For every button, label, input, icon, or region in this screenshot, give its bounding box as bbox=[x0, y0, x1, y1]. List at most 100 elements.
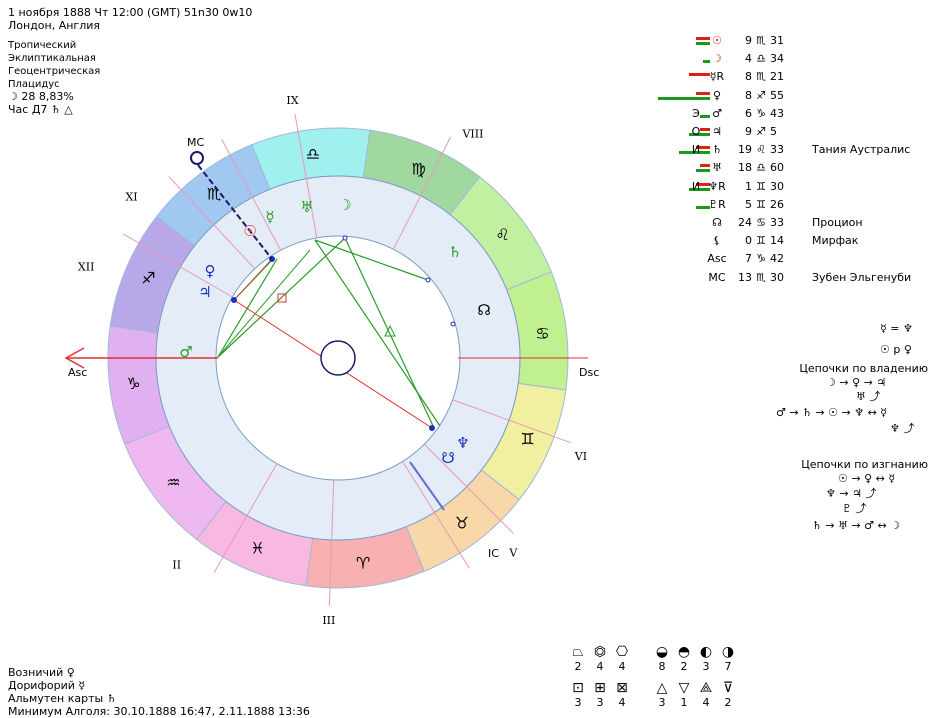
planet-position-row[interactable]: И ♄ 19 ♌ 33 Тания Аустралис bbox=[640, 141, 940, 159]
stat-cell: ⏣ 4 bbox=[589, 644, 611, 673]
dsc-label: Dsc bbox=[579, 366, 599, 379]
position-deg: 5 bbox=[745, 197, 752, 211]
stat-cell: ⎔ 4 bbox=[611, 644, 633, 673]
position-aux: О bbox=[691, 125, 701, 138]
stat-value: 3 bbox=[596, 696, 604, 709]
zodiac-sign-glyph: ♒ bbox=[166, 473, 180, 492]
position-sign: ♌ bbox=[756, 143, 766, 157]
planet-position-row[interactable]: ♀ 8 ♐ 55 bbox=[640, 87, 940, 105]
chart-planet-glyph[interactable]: ♆ bbox=[456, 434, 469, 452]
planet-position-row[interactable]: ♇R 5 ♊ 26 bbox=[640, 196, 940, 214]
house-number: XI bbox=[125, 191, 137, 204]
planet-point bbox=[425, 277, 431, 283]
position-glyph: ♆R bbox=[708, 179, 726, 193]
planet-position-row[interactable]: ☉ 9 ♏ 31 bbox=[640, 32, 940, 50]
house-number: III bbox=[322, 614, 335, 627]
chart-planet-glyph[interactable]: ☊ bbox=[477, 301, 490, 319]
position-mins: 5 bbox=[770, 125, 777, 138]
position-deg: 6 bbox=[745, 106, 752, 120]
planet-position-row[interactable]: MC 13 ♏ 30 Зубен Эльгенуби bbox=[640, 269, 940, 287]
position-mins: 60 bbox=[770, 161, 784, 175]
position-sign: ♑ bbox=[756, 252, 766, 266]
house-number: II bbox=[172, 558, 181, 571]
chart-planet-glyph[interactable]: ♃ bbox=[198, 283, 211, 301]
position-mins: 55 bbox=[770, 88, 784, 102]
position-glyph: ☉ bbox=[712, 34, 722, 47]
stat-icon: ◑ bbox=[721, 644, 735, 660]
chart-planet-glyph[interactable]: ☉ bbox=[243, 222, 256, 240]
chart-planet-glyph[interactable]: ☿ bbox=[265, 208, 274, 226]
natal-chart-wheel[interactable]: ♎♍♌♋♊♉♈♓♒♑♐♏ Asc Dsc MC IC IXVIIIVIVIIII… bbox=[0, 0, 600, 640]
dignity-bars bbox=[640, 162, 710, 174]
position-mins: 33 bbox=[770, 216, 784, 229]
stat-cell: ◒ 8 bbox=[651, 644, 673, 673]
stat-cell: △ 3 bbox=[651, 680, 673, 709]
detriment-chains-title: Цепочки по изгнанию bbox=[801, 458, 928, 471]
position-sign: ♊ bbox=[756, 197, 766, 211]
position-glyph: ♅ bbox=[712, 161, 722, 175]
dignity-bars bbox=[640, 272, 710, 284]
stat-icon: ▽ bbox=[678, 680, 690, 696]
planet-position-row[interactable]: ☿R 8 ♏ 21 bbox=[640, 68, 940, 86]
stat-icon: ⊡ bbox=[572, 680, 584, 696]
position-deg: 8 bbox=[745, 70, 752, 84]
position-mins: 30 bbox=[770, 179, 784, 193]
earth-center bbox=[320, 340, 356, 376]
algol-minimum: Минимум Алголя: 30.10.1888 16:47, 2.11.1… bbox=[8, 705, 310, 718]
position-sign: ♊ bbox=[756, 179, 766, 193]
planet-position-row[interactable]: Э ♂ 6 ♑ 43 bbox=[640, 105, 940, 123]
stat-cell: ⊞ 3 bbox=[589, 680, 611, 709]
position-glyph: ♀ bbox=[712, 88, 722, 102]
house-number: IX bbox=[286, 94, 298, 107]
dignity-bars bbox=[640, 217, 710, 229]
zodiac-sign-glyph: ♉ bbox=[455, 514, 469, 533]
position-sign: ♎ bbox=[756, 52, 766, 66]
position-aux: Э bbox=[692, 106, 700, 120]
position-mins: 42 bbox=[770, 252, 784, 266]
position-deg: 13 bbox=[738, 270, 752, 284]
position-deg: 9 bbox=[745, 125, 752, 138]
position-star: Процион bbox=[812, 216, 863, 229]
zodiac-sign-glyph: ♏ bbox=[207, 184, 221, 203]
stat-cell: ⊡ 3 bbox=[567, 680, 589, 709]
stat-icon: ⏢ bbox=[572, 644, 584, 660]
stat-cell: ⊽ 2 bbox=[717, 680, 739, 709]
stat-value: 8 bbox=[658, 660, 666, 673]
position-mins: 31 bbox=[770, 34, 784, 47]
position-sign: ♑ bbox=[756, 106, 766, 120]
stat-value: 1 bbox=[680, 696, 688, 709]
chart-planet-glyph[interactable]: ♅ bbox=[300, 198, 313, 216]
stat-value: 4 bbox=[618, 660, 626, 673]
planet-position-row[interactable]: ⚸ 0 ♊ 14 Мирфак bbox=[640, 232, 940, 250]
charioteer: Возничий ♀ bbox=[8, 666, 75, 679]
planet-position-row[interactable]: И ♆R 1 ♊ 30 bbox=[640, 178, 940, 196]
stat-icon: ⊞ bbox=[594, 680, 606, 696]
planet-position-row[interactable]: О ♃ 9 ♐ 5 bbox=[640, 123, 940, 141]
detriment-chain-1c: ♇ ⤴ bbox=[842, 502, 867, 515]
mercury-equals-neptune: ☿ = ♆ bbox=[880, 322, 913, 335]
planet-position-row[interactable]: ♅ 18 ♎ 60 bbox=[640, 159, 940, 177]
mc-marker bbox=[190, 151, 204, 165]
position-sign: ♏ bbox=[756, 70, 766, 84]
chart-planet-glyph[interactable]: ♂ bbox=[179, 343, 192, 361]
dignity-bars bbox=[640, 235, 710, 247]
position-sign: ♐ bbox=[756, 88, 766, 102]
planet-position-row[interactable]: Asc 7 ♑ 42 bbox=[640, 250, 940, 268]
ic-label: IC bbox=[488, 547, 499, 560]
chart-planet-glyph[interactable]: ♄ bbox=[448, 243, 461, 261]
chart-planet-glyph[interactable]: ☽ bbox=[338, 196, 351, 214]
position-deg: 9 bbox=[745, 34, 752, 47]
chart-planet-glyph[interactable]: ♀ bbox=[205, 262, 216, 280]
chart-planet-glyph[interactable]: ☋ bbox=[441, 449, 454, 467]
sun-parallel-venus: ☉ p ♀ bbox=[880, 343, 912, 356]
dignity-bars bbox=[640, 71, 710, 83]
zodiac-sign-glyph: ♑ bbox=[126, 374, 140, 393]
stat-value: 2 bbox=[574, 660, 582, 673]
planet-position-row[interactable]: ☊ 24 ♋ 33 Процион bbox=[640, 214, 940, 232]
stat-icon: ◐ bbox=[699, 644, 713, 660]
position-deg: 18 bbox=[738, 161, 752, 175]
stat-value: 3 bbox=[658, 696, 666, 709]
stat-cell: ⊠ 4 bbox=[611, 680, 633, 709]
planet-position-row[interactable]: ☽ 4 ♎ 34 bbox=[640, 50, 940, 68]
position-glyph: ♇R bbox=[708, 197, 726, 211]
